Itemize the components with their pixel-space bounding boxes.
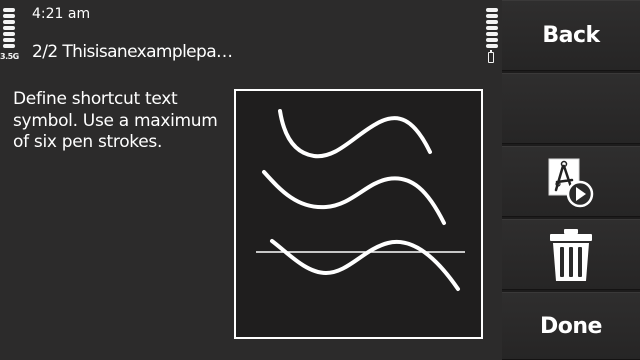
- screen: 3.5G 4:21 am 2/2 Thisisanexamplepa… Defi…: [0, 0, 640, 360]
- softkey-panel: Back Done: [502, 0, 640, 360]
- back-button[interactable]: Back: [502, 0, 640, 71]
- clock: 4:21 am: [32, 6, 91, 22]
- pen-drawing-area[interactable]: [234, 89, 483, 339]
- done-label: Done: [540, 313, 602, 339]
- page-title: 2/2 Thisisanexamplepa…: [32, 42, 233, 62]
- playback-stroke-icon: [548, 158, 594, 207]
- pen-strokes: [256, 109, 465, 291]
- instructions-text: Define shortcut text symbol. Use a maxim…: [13, 89, 218, 152]
- empty-softkey: [502, 73, 640, 144]
- battery-level-icon: [486, 8, 498, 50]
- trash-icon: [550, 228, 592, 281]
- pen-stroke-3: [270, 239, 460, 291]
- network-type-label: 3.5G: [0, 52, 19, 61]
- pen-stroke-2: [262, 170, 446, 225]
- battery-icon: [488, 49, 494, 63]
- delete-button[interactable]: [502, 219, 640, 290]
- signal-strength-icon: [3, 8, 15, 50]
- playback-button[interactable]: [502, 146, 640, 217]
- back-label: Back: [542, 23, 600, 48]
- pen-stroke-1: [278, 109, 432, 159]
- done-button[interactable]: Done: [502, 292, 640, 360]
